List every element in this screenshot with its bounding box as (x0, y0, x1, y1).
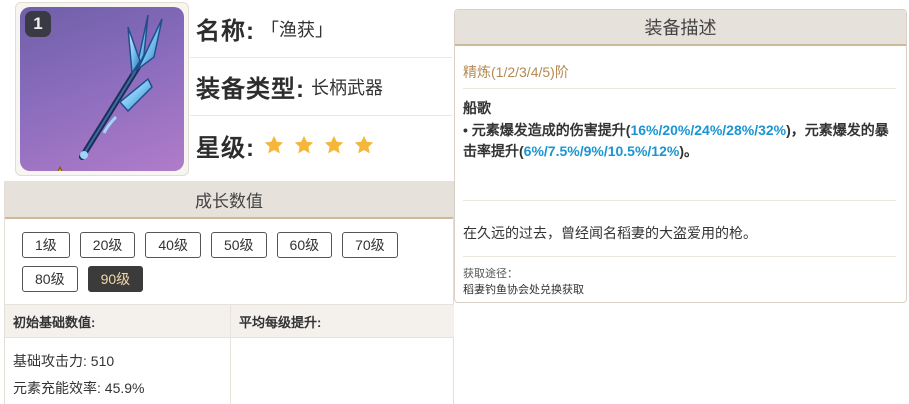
passive-skill-name: 船歌 (463, 100, 491, 116)
growth-panel: 成长数值 1级 20级 40级 50级 60级 70级 80级 90级 初始基础数值: 平均每… (4, 181, 454, 404)
star-icon (294, 135, 314, 154)
type-value: 长柄武器 (311, 77, 383, 98)
base-stats-cell: 基础攻击力: 510 元素充能效率: 45.9% (5, 338, 231, 404)
growth-header: 成长数值 (5, 181, 453, 219)
level-button[interactable]: 1级 (22, 232, 70, 258)
star-icon (324, 135, 344, 154)
level-button[interactable]: 80级 (22, 266, 78, 292)
stats-table-header: 初始基础数值: 平均每级提升: (5, 304, 454, 338)
rarity-key: 星级: (196, 134, 255, 162)
star-icon (57, 165, 63, 171)
type-row: 装备类型: 长柄武器 (190, 58, 452, 116)
stats-table-body: 基础攻击力: 510 元素充能效率: 45.9% (5, 338, 454, 404)
weapon-icon-background: 1 (20, 7, 184, 171)
star-icon (354, 135, 374, 154)
weapon-card: 1 名称: 「渔获」 装备类型: 长柄武器 星级: (4, 0, 452, 178)
name-key: 名称: (196, 18, 255, 45)
level-button[interactable]: 70级 (342, 232, 398, 258)
level-button[interactable]: 20级 (79, 232, 136, 258)
weapon-lore: 在久远的过去，曾经闻名稻妻的大盗爱用的枪。 (463, 225, 757, 241)
level-button[interactable]: 40级 (145, 232, 201, 258)
skill-value-highlight: 16%/20%/24%/28%/32% (630, 122, 787, 138)
skill-text-part: • 元素爆发造成的伤害提升( (463, 122, 631, 138)
stats-table: 初始基础数值: 平均每级提升: 基础攻击力: 510 元素充能效率: 45.9% (5, 304, 454, 404)
level-selector: 1级 20级 40级 50级 60级 70级 80级 90级 (5, 219, 425, 300)
skill-text-part: )。 (679, 143, 698, 159)
divider (463, 200, 896, 201)
rarity-stars (263, 134, 375, 156)
description-header: 装备描述 (455, 10, 906, 46)
base-attack-stat: 基础攻击力: 510 (13, 353, 115, 369)
obtain-value: 稻妻钓鱼协会处兑换获取 (463, 284, 584, 296)
energy-recharge-stat: 元素充能效率: 45.9% (13, 380, 145, 396)
divider (463, 88, 896, 89)
weapon-icon-frame: 1 (15, 2, 189, 176)
refinement-label: 精炼(1/2/3/4/5)阶 (463, 64, 569, 80)
type-key: 装备类型: (196, 76, 305, 103)
rarity-row: 星级: (190, 116, 452, 174)
obtain-label: 获取途径： (463, 268, 518, 280)
description-panel: 装备描述 精炼(1/2/3/4/5)阶 船歌 • 元素爆发造成的伤害提升(16%… (454, 9, 907, 303)
passive-skill-text: • 元素爆发造成的伤害提升(16%/20%/24%/28%/32%)，元素爆发的… (463, 120, 901, 162)
divider (463, 256, 896, 257)
name-value: 「渔获」 (261, 19, 333, 40)
name-row: 名称: 「渔获」 (190, 0, 452, 58)
per-level-header: 平均每级提升: (239, 314, 322, 330)
base-stats-header: 初始基础数值: (5, 305, 231, 337)
level-button[interactable]: 50级 (210, 232, 267, 258)
skill-value-highlight: 6%/7.5%/9%/10.5%/12% (523, 143, 680, 159)
star-icon (264, 135, 284, 154)
per-level-cell (231, 338, 454, 404)
weapon-info: 名称: 「渔获」 装备类型: 长柄武器 星级: (190, 0, 452, 174)
refinement-badge: 1 (25, 11, 51, 37)
level-button[interactable]: 90级 (87, 266, 144, 292)
level-button[interactable]: 60级 (276, 232, 333, 258)
